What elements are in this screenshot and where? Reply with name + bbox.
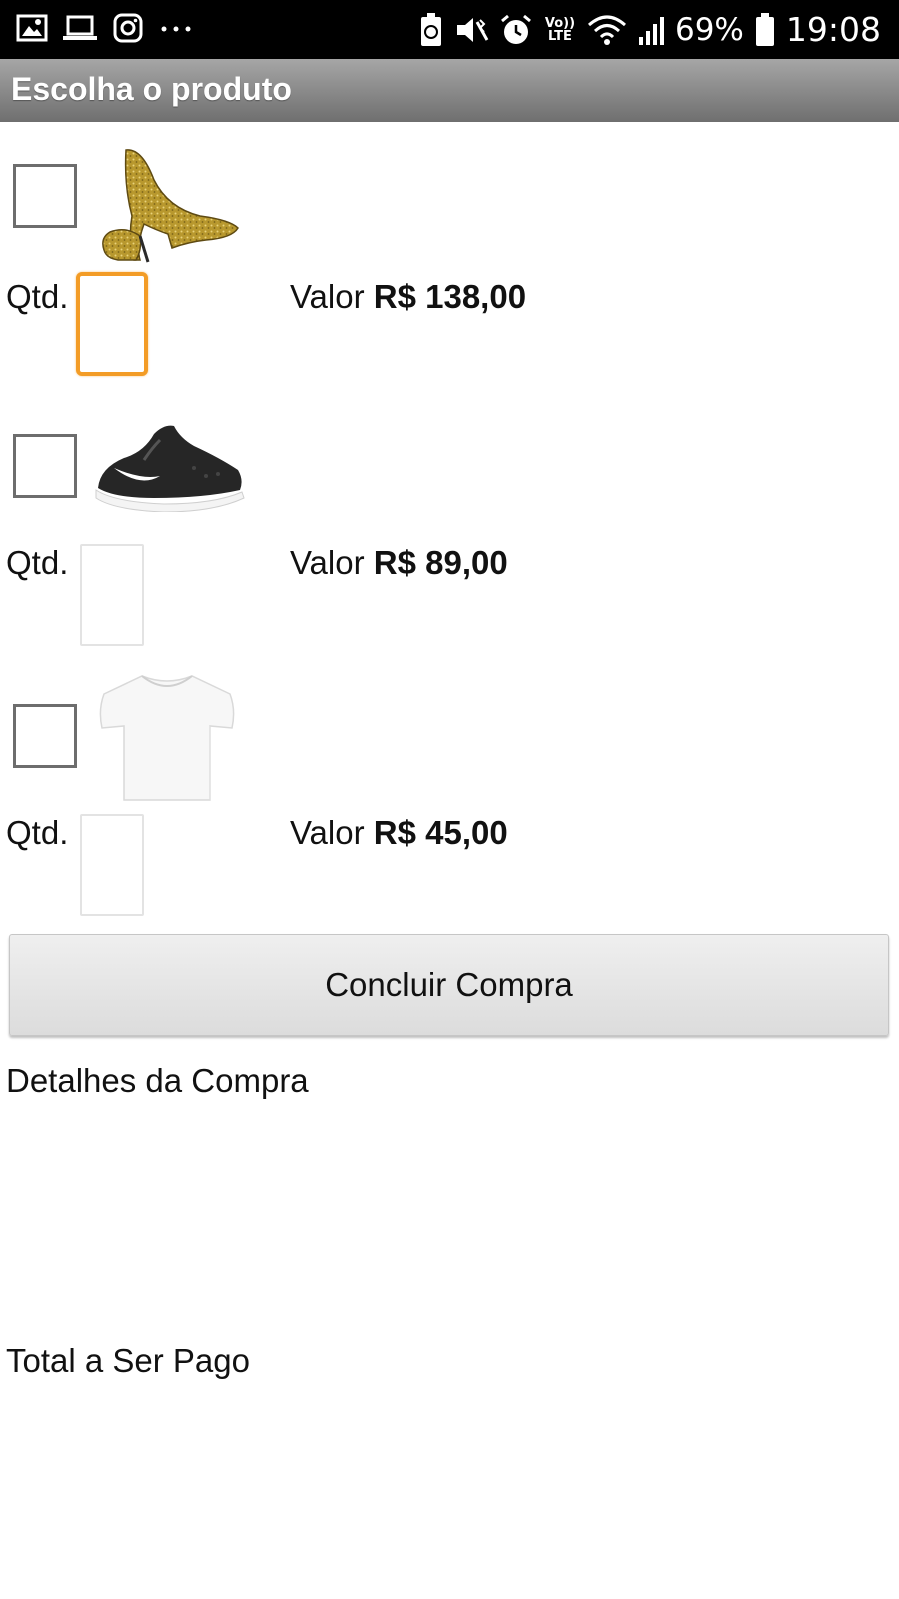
total-label: Total a Ser Pago bbox=[6, 1342, 250, 1379]
page-title: Escolha o produto bbox=[11, 71, 292, 107]
instagram-icon bbox=[112, 12, 144, 44]
purchase-details-label: Detalhes da Compra bbox=[6, 1062, 309, 1099]
white-tshirt-image bbox=[98, 670, 236, 802]
price-heel: Valor R$ 138,00 bbox=[290, 278, 526, 316]
battery-icon bbox=[754, 12, 776, 48]
qty-label: Qtd. bbox=[6, 544, 69, 581]
price-value: R$ 45,00 bbox=[373, 814, 508, 851]
signal-icon bbox=[637, 13, 665, 47]
price-tshirt: Valor R$ 45,00 bbox=[290, 814, 508, 852]
price-value: R$ 89,00 bbox=[373, 544, 508, 581]
qty-input-tshirt[interactable] bbox=[80, 814, 144, 916]
vibrate-icon bbox=[453, 12, 489, 48]
laptop-icon bbox=[62, 12, 98, 44]
price-sneaker: Valor R$ 89,00 bbox=[290, 544, 508, 582]
qty-input-heel[interactable] bbox=[76, 272, 148, 376]
clock: 19:08 bbox=[785, 10, 881, 49]
qty-label: Qtd. bbox=[6, 814, 69, 851]
price-prefix: Valor bbox=[290, 814, 365, 851]
qty-input-sneaker[interactable] bbox=[80, 544, 144, 646]
status-right-icons: Vo)) LTE 69% 19:08 bbox=[419, 10, 881, 49]
product-checkbox-sneaker[interactable] bbox=[13, 434, 77, 498]
black-sneaker-image bbox=[94, 418, 246, 513]
status-left-icons bbox=[16, 12, 194, 44]
alarm-icon bbox=[499, 13, 533, 47]
status-bar: Vo)) LTE 69% 19:08 bbox=[0, 0, 899, 59]
wifi-icon bbox=[587, 13, 627, 47]
product-checkbox-heel[interactable] bbox=[13, 164, 77, 228]
price-prefix: Valor bbox=[290, 544, 365, 581]
concluir-compra-button[interactable]: Concluir Compra bbox=[9, 934, 889, 1036]
gallery-icon bbox=[16, 12, 48, 44]
volte-icon: Vo)) LTE bbox=[544, 15, 576, 44]
price-value: R$ 138,00 bbox=[373, 278, 527, 315]
battery-saver-icon bbox=[419, 12, 443, 48]
more-dots-icon bbox=[158, 12, 194, 44]
qty-label: Qtd. bbox=[6, 278, 69, 315]
price-prefix: Valor bbox=[290, 278, 365, 315]
app-title-bar: Escolha o produto bbox=[0, 59, 899, 122]
battery-percent: 69% bbox=[674, 11, 744, 48]
product-checkbox-tshirt[interactable] bbox=[13, 704, 77, 768]
gold-high-heel-shoe-image bbox=[96, 146, 242, 264]
